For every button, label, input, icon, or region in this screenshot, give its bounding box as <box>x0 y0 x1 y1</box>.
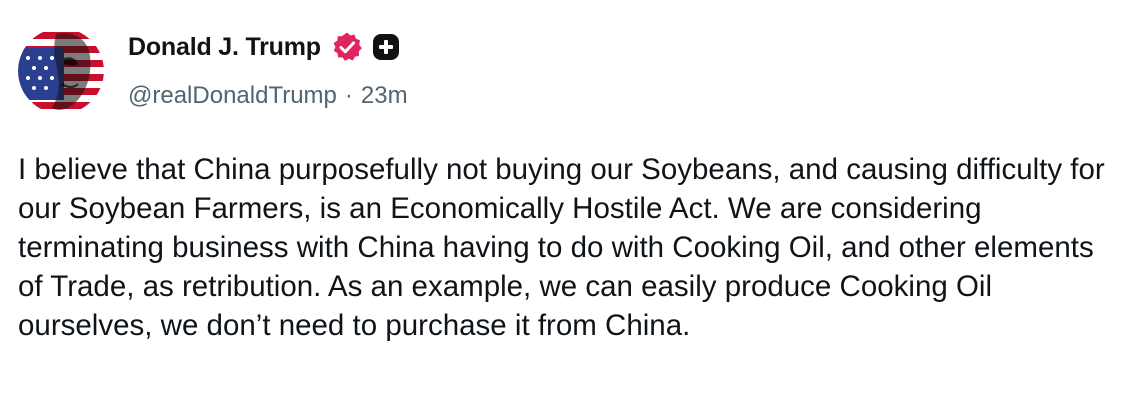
author-display-name[interactable]: Donald J. Trump <box>128 33 321 62</box>
post-timestamp[interactable]: 23m <box>361 82 408 110</box>
author-handle-row: @realDonaldTrump · 23m <box>128 80 408 112</box>
verified-badge-icon <box>331 31 363 63</box>
avatar[interactable] <box>18 28 104 114</box>
post-body-text: I believe that China purposefully not bu… <box>18 153 1105 342</box>
author-name-row: Donald J. Trump <box>128 30 401 64</box>
author-handle[interactable]: @realDonaldTrump <box>128 82 337 110</box>
plus-badge-icon <box>371 32 401 62</box>
post-card: Donald J. Trump @realDonaldTrump · 23m I… <box>0 0 1142 404</box>
meta-separator: · <box>344 82 353 109</box>
avatar-image <box>18 28 104 114</box>
